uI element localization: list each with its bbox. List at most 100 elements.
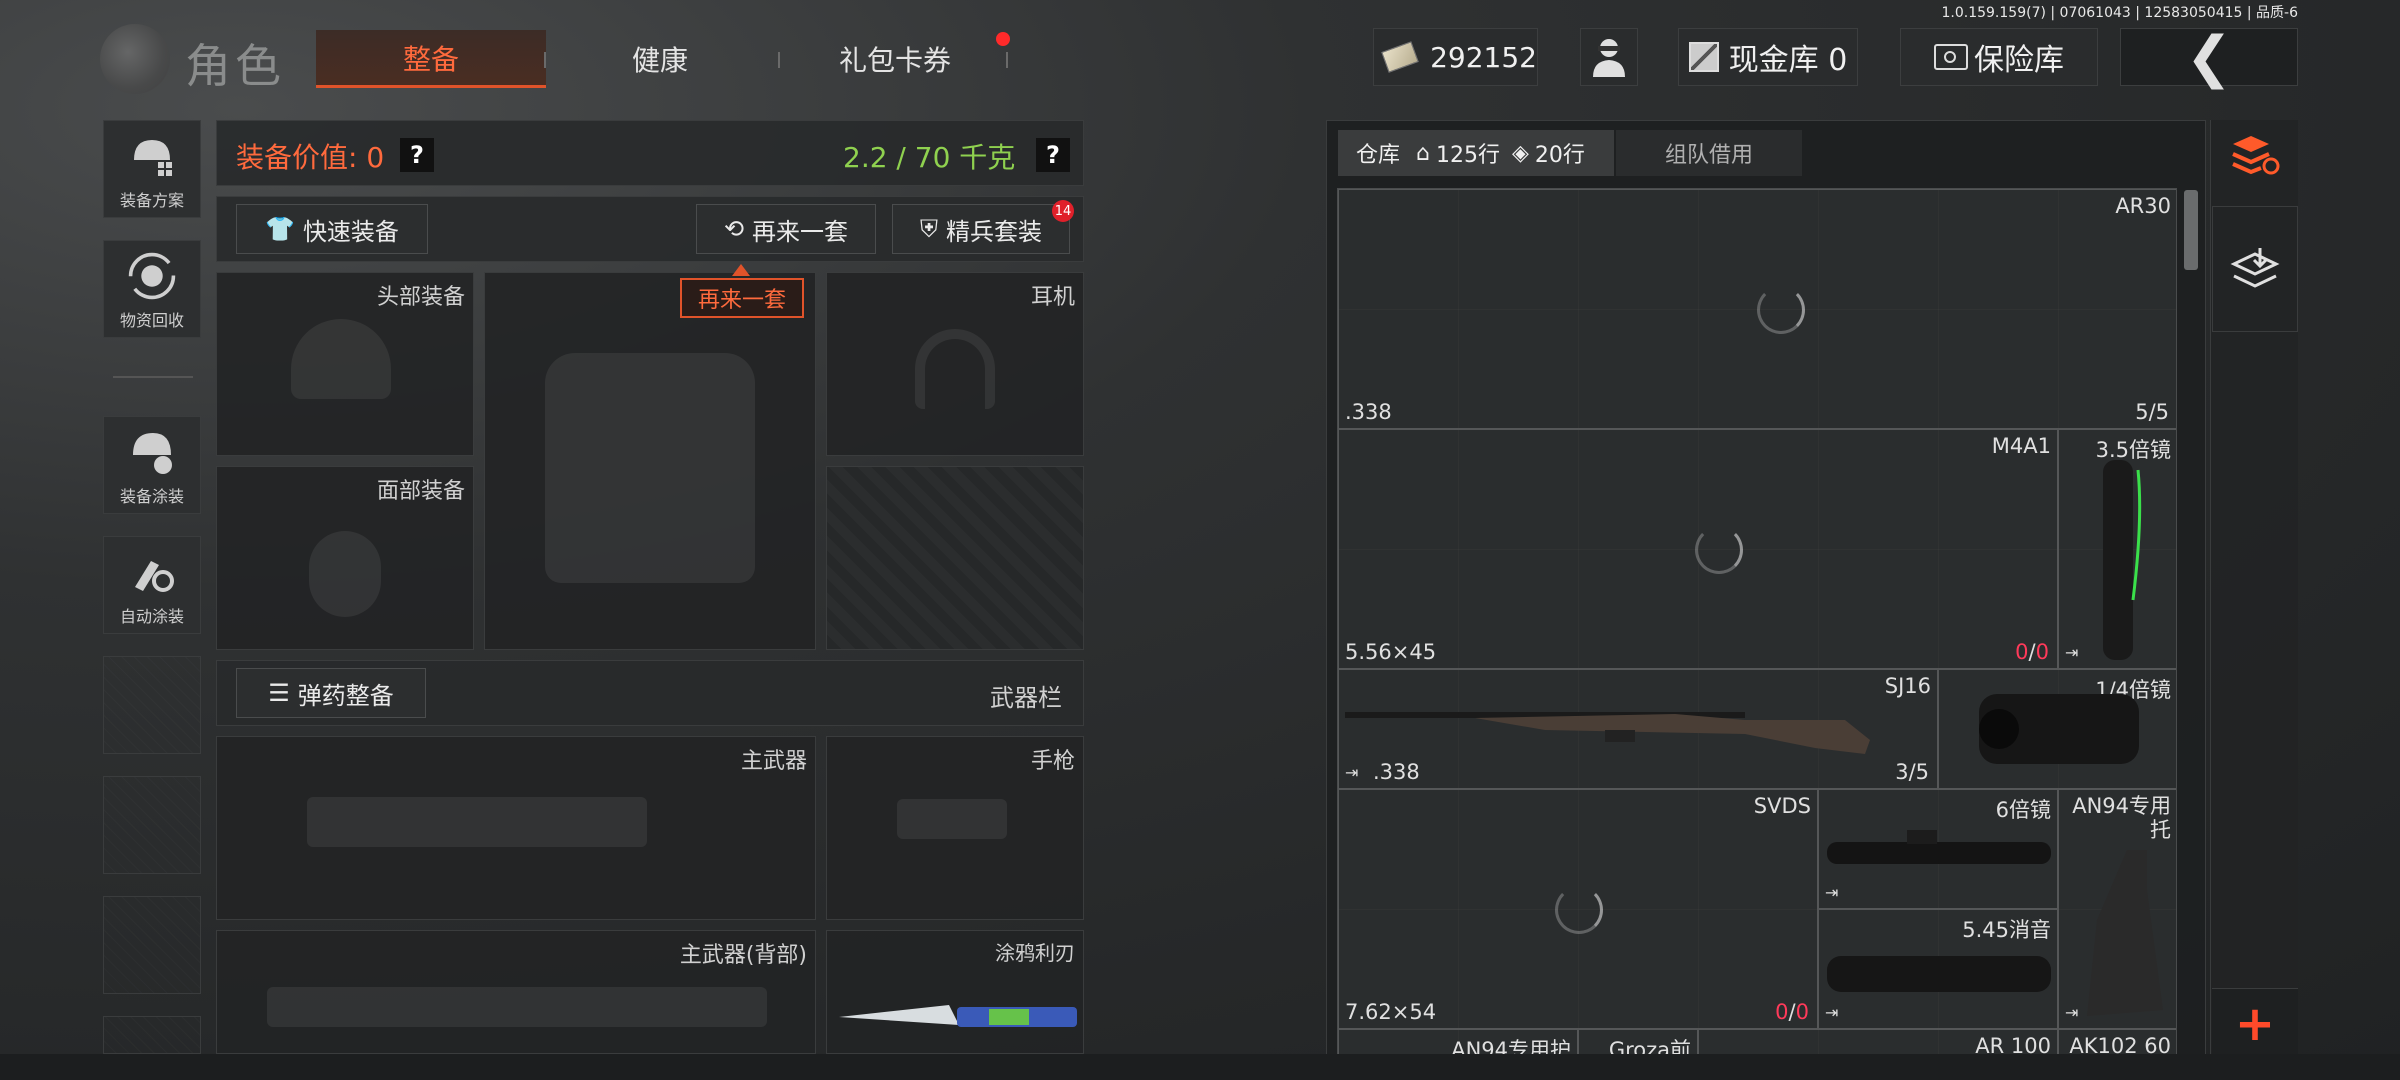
sidebar-divider [113,376,193,378]
item-count: 5/5 [2135,400,2169,424]
ammo-prep-button[interactable]: ☰ 弹药整备 [236,668,426,718]
slot-locked [826,466,1084,650]
safe-vault-button[interactable]: 保险库 [1900,28,2098,86]
again-button[interactable]: ⟲ 再来一套 [696,204,876,254]
item-name: 6倍镜 [1995,798,2051,822]
safe-icon [1934,44,1968,70]
slot-knife[interactable]: 涂鸦利刃 [826,930,1084,1054]
sidebar-empty-slot [103,896,201,994]
item-scope-1-4x[interactable]: 1/4倍镜 [1938,669,2176,789]
slot-label: 耳机 [1030,285,1075,310]
elite-badge: 14 [1052,200,1074,222]
slot-label: 头部装备 [376,285,465,310]
cash-vault-label: 现金库 0 [1728,43,1848,78]
again-label: 再来一套 [752,217,849,246]
elite-set-button[interactable]: ⛨ 精兵套装 [892,204,1070,254]
item-name: AN94专用 托 [2072,794,2171,842]
notification-dot [996,32,1010,46]
equipment-value: 装备价值: 0 [236,141,385,174]
slot-headset[interactable]: 耳机 [826,272,1084,456]
sort-button[interactable] [2212,112,2298,198]
sidebar-item-paint[interactable]: 装备涂装 [103,416,201,514]
sidebar-item-loadout-plan[interactable]: 装备方案 [103,120,201,218]
item-scope-3-5x[interactable]: 3.5倍镜 ⇥ [2058,429,2176,669]
bag-rows: 20行 [1534,143,1585,168]
item-name: M4A1 [1991,434,2051,458]
sidebar-item-auto-paint[interactable]: 自动涂装 [103,536,201,634]
item-name: SJ16 [1884,674,1931,698]
house-rows: 125行 [1435,143,1500,168]
page-title: 角色 [185,39,285,93]
item-count: 0/0 [1775,1000,1809,1024]
slot-primary-weapon[interactable]: 主武器 [216,736,816,920]
item-name: SVDS [1753,794,1811,818]
tab-warehouse[interactable]: 仓库 ⌂ 125行 ◈ 20行 [1338,130,1614,176]
slot-face[interactable]: 面部装备 [216,466,474,650]
add-button[interactable]: + [2212,988,2298,1058]
sidebar-empty-slot [103,1016,201,1054]
helmet-plan-icon [127,131,177,181]
tab-gift-cards[interactable]: 礼包卡券 [795,30,995,88]
tab-health[interactable]: 健康 [560,30,760,88]
item-count: 0/0 [2015,640,2049,664]
scope-vertical-icon [2103,460,2142,660]
tab-loadout[interactable]: 整备 [316,30,546,88]
sidebar-item-recycle[interactable]: 物资回收 [103,240,201,338]
item-count-b: 0 [1795,1000,1809,1024]
slot-label: 主武器(背部) [679,943,807,968]
rifle-silhouette-icon [307,797,647,847]
weight-help-button[interactable]: ? [1036,138,1070,172]
item-name: 5.45消音 [1962,918,2051,942]
slot-armor[interactable] [484,272,816,650]
scope-icon [1979,694,2139,764]
chevron-left-icon: ❮ [2185,24,2233,90]
gas-mask-silhouette-icon [309,531,381,617]
item-caliber: 7.62×54 [1345,1000,1437,1024]
warehouse-grid: AR30 .338 5/5 M4A1 5.56×45 0/0 3.5倍镜 ⇥ S… [1337,188,2177,1058]
value-help-button[interactable]: ? [400,138,434,172]
slot-label: 涂鸦利刃 [995,941,1075,965]
slot-pistol[interactable]: 手枪 [826,736,1084,920]
agent-button[interactable] [1580,28,1638,86]
ammo-icon: ☰ [268,679,290,707]
sidebar-empty-slot [103,656,201,754]
item-ar30[interactable]: AR30 .338 5/5 [1338,189,2176,429]
warehouse-tab-label: 仓库 [1356,143,1401,168]
globe-logo [100,24,170,94]
deposit-button[interactable] [2212,206,2298,332]
cash-icon [1381,41,1419,73]
again-tooltip: 再来一套 [680,278,804,318]
quick-equip-button[interactable]: 👕 快速装备 [236,204,428,254]
money-display[interactable]: 292152 [1373,28,1538,86]
scope-long-icon [1827,830,2051,864]
sidebar-item-label: 装备涂装 [119,487,184,506]
armor-vest-silhouette-icon [545,353,755,583]
item-sj16[interactable]: SJ16 ⇥ .338 3/5 [1338,669,1938,789]
slot-label: 手枪 [1030,749,1075,774]
back-button[interactable]: ❮ [2120,25,2298,90]
tab-team-borrow[interactable]: 组队借用 [1616,130,1802,176]
bag-icon: ◈ [1511,140,1529,166]
cash-vault-button[interactable]: 现金库 0 [1678,28,1858,86]
bottom-strip [0,1054,2400,1080]
item-an94-stock[interactable]: AN94专用 托 ⇥ [2058,789,2176,1029]
suppressor-icon [1827,956,2051,992]
stock-icon [2087,850,2163,1016]
item-svds[interactable]: SVDS 7.62×54 0/0 [1338,789,1818,1029]
sidebar-item-label: 物资回收 [119,311,184,330]
house-icon: ⌂ [1416,140,1430,166]
sidebar-item-label: 装备方案 [119,191,184,210]
loading-icon [1555,886,1603,934]
item-m4a1[interactable]: M4A1 5.56×45 0/0 [1338,429,2058,669]
slot-primary-back[interactable]: 主武器(背部) [216,930,816,1054]
tooltip-arrow [732,264,750,276]
warehouse-scrollbar[interactable] [2184,190,2198,270]
item-scope-6x[interactable]: 6倍镜 ⇥ [1818,789,2058,909]
tab-divider [1006,52,1008,68]
slot-head[interactable]: 头部装备 [216,272,474,456]
headset-silhouette-icon [915,329,995,409]
item-count: 3/5 [1895,760,1929,784]
helmet-paint-icon [127,427,177,477]
item-suppressor-5-45[interactable]: 5.45消音 ⇥ [1818,909,2058,1029]
quick-equip-label: 快速装备 [302,217,399,246]
